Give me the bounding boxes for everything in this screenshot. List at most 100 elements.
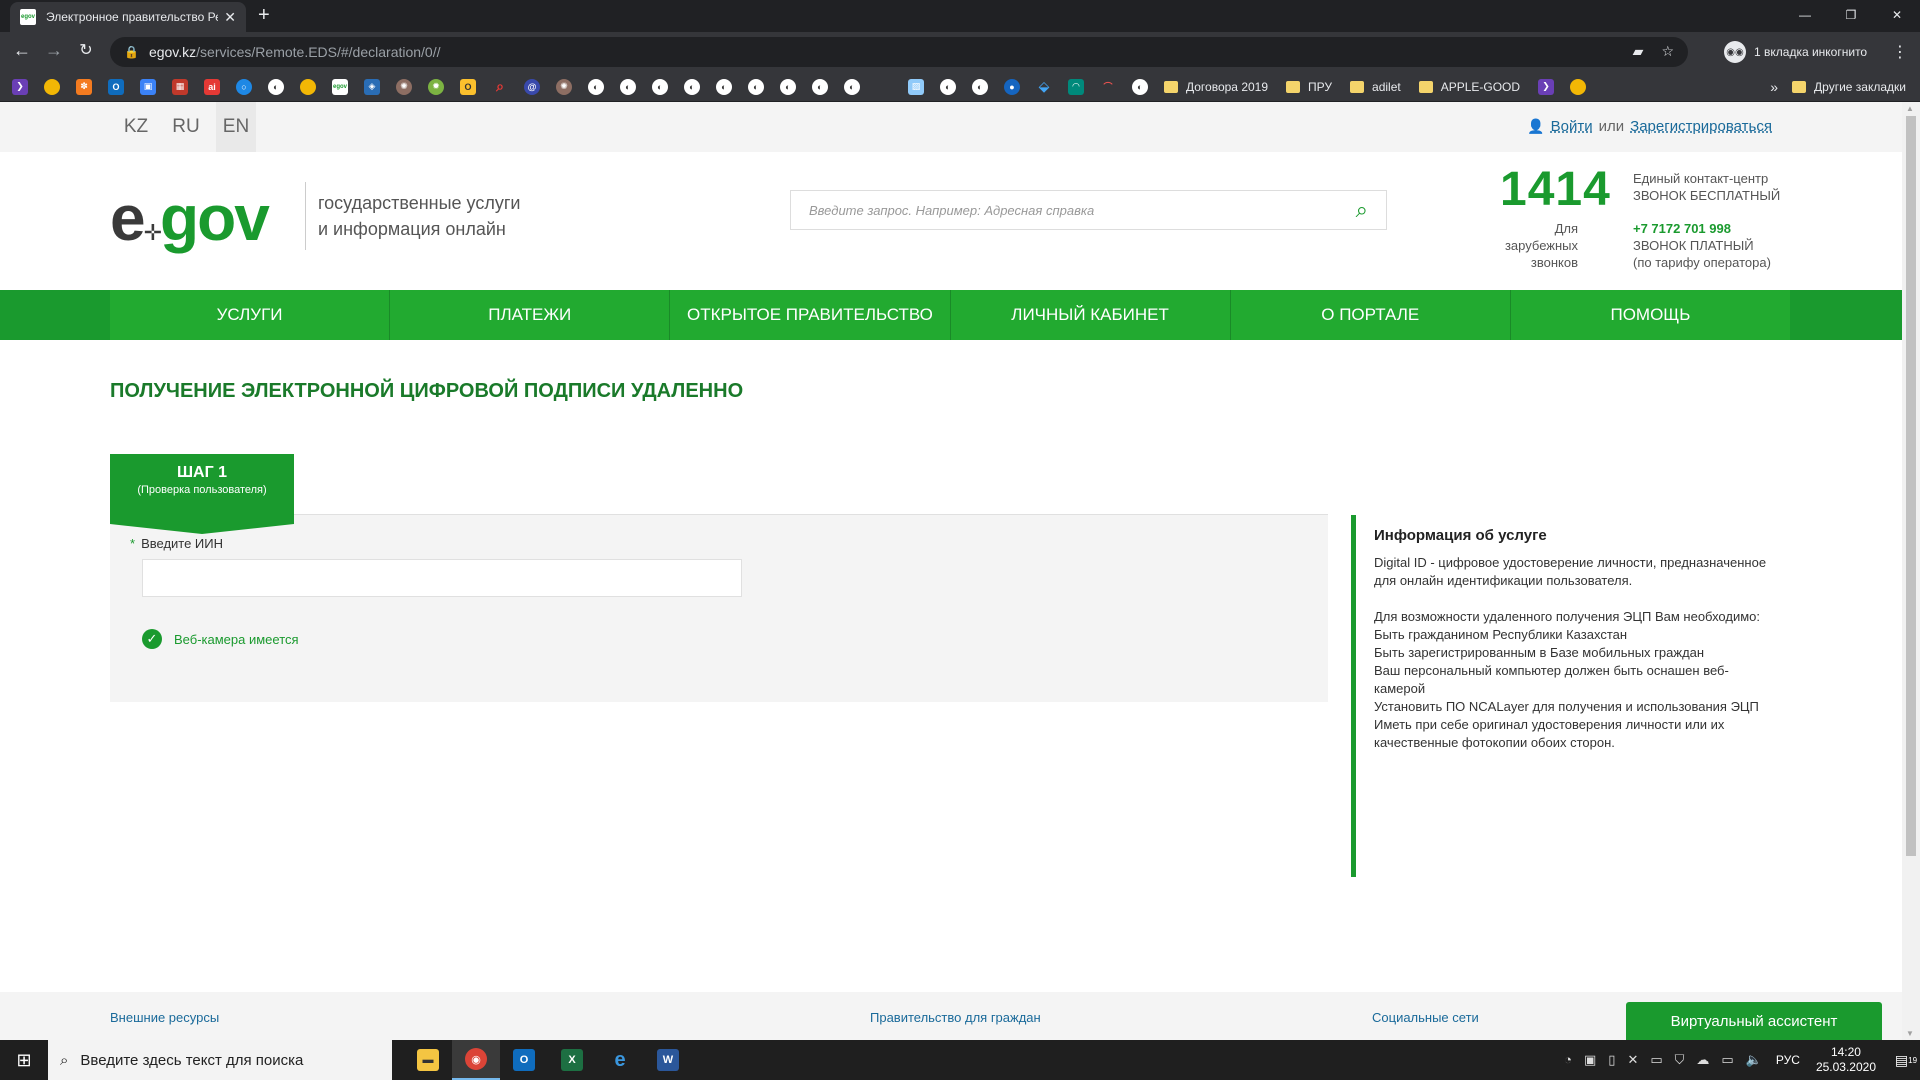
social-networks-link[interactable]: Социальные сети <box>1372 1010 1479 1025</box>
login-link[interactable]: Войти <box>1551 118 1593 135</box>
volume-icon[interactable]: 🔈 <box>1746 1052 1762 1068</box>
at-icon[interactable]: @ <box>524 78 540 95</box>
network-wave-icon[interactable]: ◔ <box>1564 1052 1572 1068</box>
bookmark-icon[interactable]: ◠ <box>1068 78 1084 95</box>
browser-menu-icon[interactable]: ⋮ <box>1892 42 1908 62</box>
word-app[interactable]: W <box>644 1040 692 1080</box>
star-icon[interactable]: ☆ <box>1661 43 1674 60</box>
globe-icon[interactable]: ◐ <box>268 78 284 95</box>
nav-services[interactable]: УСЛУГИ <box>110 290 391 340</box>
bookmark-icon[interactable]: ❯ <box>12 78 28 95</box>
page-scrollbar[interactable]: ▲ ▼ <box>1902 102 1920 1040</box>
bookmark-icon[interactable]: ▣ <box>140 78 156 95</box>
taskbar-search-input[interactable]: Введите здесь текст для поиска <box>80 1052 303 1069</box>
globe-icon[interactable]: ◐ <box>780 78 796 95</box>
outlook-tray-icon[interactable]: ▣ <box>1584 1052 1596 1068</box>
notifications-icon[interactable]: ▤ 19 <box>1892 1040 1920 1080</box>
lock-icon[interactable]: 🔒 <box>124 45 139 59</box>
minimize-icon[interactable]: — <box>1782 0 1828 30</box>
outlook-app[interactable]: O <box>500 1040 548 1080</box>
globe-icon[interactable]: ◐ <box>972 78 988 95</box>
bookmark-folder[interactable]: APPLE-GOOD <box>1418 80 1520 94</box>
incognito-indicator[interactable]: ◉◉ 1 вкладка инкогнито <box>1724 38 1867 66</box>
chrome-app[interactable]: ◉ <box>452 1040 500 1080</box>
globe-icon[interactable]: ◐ <box>940 78 956 95</box>
more-bookmarks-button[interactable]: » <box>1770 79 1778 95</box>
emblem-icon[interactable]: ✺ <box>396 78 412 95</box>
system-clock[interactable]: 14:20 25.03.2020 <box>1816 1045 1876 1075</box>
bookmark-icon[interactable] <box>1570 78 1587 95</box>
forward-icon[interactable]: → <box>42 40 66 61</box>
egov-bookmark-icon[interactable]: egov <box>332 78 348 95</box>
scroll-down-icon[interactable]: ▼ <box>1906 1029 1914 1038</box>
windows-start-icon[interactable]: ⊞ <box>0 1040 48 1080</box>
bookmark-icon[interactable]: ◈ <box>364 78 380 95</box>
step-tab-1[interactable]: ШАГ 1 (Проверка пользователя) <box>110 454 294 534</box>
bookmark-folder[interactable]: ПРУ <box>1286 80 1332 94</box>
globe-icon[interactable]: ◐ <box>588 78 604 95</box>
emblem-icon[interactable]: ✺ <box>556 78 572 95</box>
site-search[interactable]: Введите запрос. Например: Адресная справ… <box>790 190 1387 230</box>
flag-icon[interactable]: ▭ <box>1650 1052 1662 1068</box>
nav-personal-account[interactable]: ЛИЧНЫЙ КАБИНЕТ <box>951 290 1231 340</box>
tray-app-icon[interactable]: ✕ <box>1627 1052 1638 1068</box>
usb-icon[interactable]: ▯ <box>1608 1052 1615 1068</box>
other-bookmarks-folder[interactable]: Другие закладки <box>1792 80 1906 94</box>
foreign-phone[interactable]: +7 7172 701 998 <box>1633 220 1771 237</box>
iin-field[interactable] <box>142 559 742 597</box>
taskbar-search[interactable]: ⌕ Введите здесь текст для поиска <box>48 1040 392 1080</box>
gov-for-citizens-link[interactable]: Правительство для граждан <box>870 1010 1041 1025</box>
file-explorer-app[interactable]: ▬ <box>404 1040 452 1080</box>
address-bar[interactable]: 🔒 egov.kz /services/Remote.EDS/#/declara… <box>110 37 1688 67</box>
close-window-icon[interactable]: ✕ <box>1874 0 1920 30</box>
shield-icon[interactable]: ⛉ <box>1675 1052 1685 1068</box>
outlook-bookmark-icon[interactable]: O <box>108 78 124 95</box>
globe-icon[interactable]: ◐ <box>748 78 764 95</box>
lang-kz[interactable]: KZ <box>116 102 156 152</box>
globe-icon[interactable]: ◐ <box>812 78 828 95</box>
nav-help[interactable]: ПОМОЩЬ <box>1511 290 1790 340</box>
bookmark-folder[interactable]: Договора 2019 <box>1164 80 1268 94</box>
nav-about-portal[interactable]: О ПОРТАЛЕ <box>1231 290 1511 340</box>
bookmark-folder[interactable]: adilet <box>1350 80 1401 94</box>
bookmark-icon[interactable]: ✽ <box>76 78 92 95</box>
bookmark-icon[interactable] <box>44 78 60 95</box>
register-link[interactable]: Зарегистрироваться <box>1630 118 1772 135</box>
egov-logo[interactable]: e✛gov <box>110 186 270 265</box>
search-red-icon[interactable]: ⌕ <box>492 78 508 95</box>
bookmark-icon[interactable]: ai <box>204 78 220 95</box>
nav-payments[interactable]: ПЛАТЕЖИ <box>390 290 671 340</box>
search-input[interactable]: Введите запрос. Например: Адресная справ… <box>809 203 1356 218</box>
edge-app[interactable]: e <box>596 1040 644 1080</box>
scroll-up-icon[interactable]: ▲ <box>1906 104 1914 113</box>
globe-icon[interactable]: ◐ <box>844 78 860 95</box>
new-tab-button[interactable]: + <box>258 4 270 27</box>
bookmark-icon[interactable]: ❯ <box>1538 78 1555 95</box>
bookmark-icon[interactable]: ● <box>1004 78 1020 95</box>
globe-icon[interactable]: ◐ <box>716 78 732 95</box>
lang-ru[interactable]: RU <box>166 102 206 152</box>
bookmark-icon[interactable]: ○ <box>236 78 252 95</box>
lang-en[interactable]: EN <box>216 102 256 152</box>
bookmark-icon[interactable]: ⌒ <box>1100 79 1116 95</box>
globe-icon[interactable]: ◐ <box>652 78 668 95</box>
image-icon[interactable]: ▨ <box>908 78 924 95</box>
close-tab-icon[interactable]: ✕ <box>224 9 236 26</box>
bookmark-icon[interactable]: ⬙ <box>1036 78 1052 95</box>
back-icon[interactable]: ← <box>10 40 34 61</box>
browser-tab[interactable]: egov Электронное правительство Ре ✕ <box>10 2 246 32</box>
restore-icon[interactable]: ❐ <box>1828 0 1874 30</box>
bookmark-icon[interactable] <box>300 78 316 95</box>
scroll-thumb[interactable] <box>1906 116 1916 856</box>
bookmark-icon[interactable]: ▦ <box>172 78 188 95</box>
reload-icon[interactable]: ↻ <box>74 40 98 60</box>
cloud-icon[interactable]: ☁ <box>1696 1052 1709 1068</box>
globe-icon[interactable]: ◐ <box>620 78 636 95</box>
virtual-assistant-button[interactable]: Виртуальный ассистент <box>1626 1002 1882 1040</box>
search-icon[interactable]: ⌕ <box>1356 197 1368 223</box>
nav-open-government[interactable]: ОТКРЫТОЕ ПРАВИТЕЛЬСТВО <box>670 290 951 340</box>
globe-icon[interactable]: ◐ <box>684 78 700 95</box>
network-icon[interactable]: ▭ <box>1721 1052 1733 1068</box>
globe-icon[interactable]: ◐ <box>1132 78 1148 95</box>
bookmark-icon[interactable]: ✹ <box>428 78 444 95</box>
